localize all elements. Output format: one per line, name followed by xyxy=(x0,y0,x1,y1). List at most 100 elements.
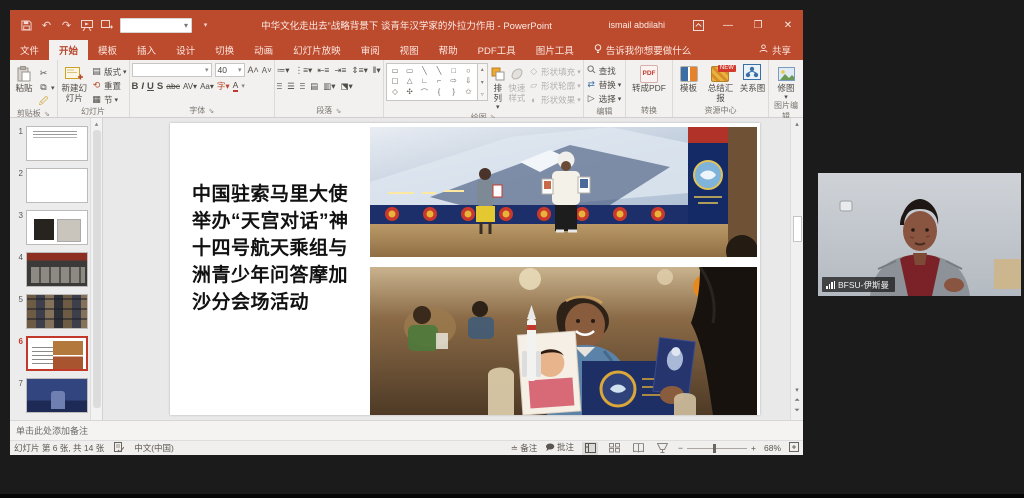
tab-pdf-tools[interactable]: PDF工具 xyxy=(468,40,526,60)
shapes-gallery-scroll[interactable]: ▴▾▿ xyxy=(478,63,488,101)
char-spacing-button[interactable]: AV▾ xyxy=(183,82,197,91)
collapse-ribbon-icon[interactable]: ⌃ xyxy=(792,106,799,115)
increase-font-icon[interactable]: A˄ xyxy=(248,65,259,75)
restore-button[interactable]: ❐ xyxy=(743,10,773,40)
change-case-button[interactable]: Aa▾ xyxy=(200,82,214,91)
scroll-up-icon[interactable]: ▴ xyxy=(95,120,99,128)
layout-button[interactable]: ▤版式▾ xyxy=(91,65,127,78)
bold-button[interactable]: B xyxy=(132,81,139,92)
tab-slideshow[interactable]: 幻灯片放映 xyxy=(283,40,351,60)
italic-button[interactable]: I xyxy=(141,81,144,92)
scrollbar-thumb[interactable] xyxy=(793,216,802,242)
strikethrough-button[interactable]: abc xyxy=(166,81,180,91)
tab-insert[interactable]: 插入 xyxy=(127,40,166,60)
redo-icon[interactable]: ↷ xyxy=(60,19,73,32)
tab-file[interactable]: 文件 xyxy=(10,40,49,60)
thumbnail-slide-3[interactable]: 3 xyxy=(14,210,88,245)
new-slide-button[interactable]: 新建幻灯片 xyxy=(60,63,89,104)
replace-button[interactable]: ⇄替换▾ xyxy=(586,78,622,91)
qat-combobox[interactable]: ▾ xyxy=(120,18,192,33)
minimize-button[interactable]: — xyxy=(713,10,743,40)
align-right-icon[interactable]: Ⲷ xyxy=(300,81,305,92)
align-left-icon[interactable]: Ⲷ xyxy=(277,81,282,92)
shapes-gallery[interactable]: ▭▭╲╲□○ ▢△∟⌐⇨⇩ ◇✣⌒{}✩ xyxy=(386,63,478,101)
language-indicator[interactable]: 中文(中国) xyxy=(134,442,174,454)
pinyin-button[interactable]: 字▾ xyxy=(217,80,230,92)
summary-report-button[interactable]: NEW 总结汇报 xyxy=(704,63,737,104)
paragraph-dialog-launcher[interactable]: ⇘ xyxy=(335,107,341,115)
scrollbar-thumb[interactable] xyxy=(93,130,101,408)
notes-toggle-button[interactable]: ≐ 备注 xyxy=(511,442,538,454)
shape-effects-button[interactable]: ◐形状效果▾ xyxy=(528,93,581,106)
share-button[interactable]: 共享 xyxy=(747,40,803,60)
arrange-button[interactable]: 排列▾ xyxy=(490,63,506,112)
format-painter-button[interactable]: 🖉 xyxy=(38,95,55,108)
tab-template[interactable]: 模板 xyxy=(88,40,127,60)
close-button[interactable]: ✕ xyxy=(773,10,803,40)
templates-button[interactable]: 模板 xyxy=(675,63,702,94)
tab-design[interactable]: 设计 xyxy=(166,40,205,60)
zoom-slider-handle[interactable] xyxy=(713,444,716,453)
retouch-button[interactable]: 修图▾ xyxy=(771,63,801,102)
align-center-icon[interactable]: ☰ xyxy=(287,81,295,92)
increase-indent-icon[interactable]: ⇥≡ xyxy=(334,65,346,76)
thumbnail-slide-2[interactable]: 2 xyxy=(14,168,88,203)
slide-sorter-view-icon[interactable] xyxy=(606,442,622,455)
tab-animations[interactable]: 动画 xyxy=(244,40,283,60)
notes-pane[interactable]: 单击此处添加备注 xyxy=(10,420,803,440)
font-dialog-launcher[interactable]: ⇘ xyxy=(208,107,214,115)
ribbon-display-options-button[interactable] xyxy=(683,10,713,40)
slide-canvas[interactable]: 中国驻索马里大使 举办“天宫对话”神 十四号航天乘组与 洲青少年问答摩加 沙分会… xyxy=(170,123,760,415)
shape-fill-button[interactable]: ◇形状填充▾ xyxy=(528,65,581,78)
tab-transitions[interactable]: 切换 xyxy=(205,40,244,60)
reset-button[interactable]: ⟲重置 xyxy=(91,79,127,92)
qat-customize-icon[interactable]: ▾ xyxy=(199,19,212,32)
tab-view[interactable]: 视图 xyxy=(390,40,429,60)
thumbnail-slide-4[interactable]: 4 xyxy=(14,252,88,287)
zoom-slider[interactable] xyxy=(687,448,747,449)
section-button[interactable]: ▦节▾ xyxy=(91,93,127,106)
normal-view-icon[interactable] xyxy=(582,442,598,455)
zoom-percentage[interactable]: 68% xyxy=(764,443,781,453)
undo-icon[interactable]: ↶ xyxy=(40,19,53,32)
cut-button[interactable]: ✂ xyxy=(38,67,55,80)
relationship-diagram-button[interactable]: 关系图 xyxy=(739,63,766,94)
smartart-convert-icon[interactable]: ⬔▾ xyxy=(340,81,352,92)
decrease-indent-icon[interactable]: ⇤≡ xyxy=(317,65,329,76)
font-size-combobox[interactable]: 40▾ xyxy=(215,63,245,77)
paste-button[interactable]: 粘贴 xyxy=(12,63,36,94)
thumbnail-scrollbar[interactable]: ▴ ▾ xyxy=(90,118,102,420)
slide-image-stage-scene[interactable] xyxy=(370,127,757,257)
slideshow-view-icon[interactable] xyxy=(654,442,670,455)
previous-slide-icon[interactable]: ⏶ xyxy=(794,397,800,405)
tab-review[interactable]: 审阅 xyxy=(351,40,390,60)
save-icon[interactable] xyxy=(20,19,33,32)
underline-button[interactable]: U xyxy=(147,81,154,92)
slide-number-indicator[interactable]: 幻灯片 第 6 张, 共 14 张 xyxy=(14,442,104,454)
quick-styles-button[interactable]: 快速样式 xyxy=(508,63,526,104)
decrease-font-icon[interactable]: A˅ xyxy=(262,66,272,75)
font-name-combobox[interactable]: ▾ xyxy=(132,63,212,77)
select-button[interactable]: ▷选择▾ xyxy=(586,92,622,105)
numbering-icon[interactable]: ⋮≡▾ xyxy=(295,65,313,76)
copy-button[interactable]: ⧉▾ xyxy=(38,81,55,94)
reading-view-icon[interactable] xyxy=(630,442,646,455)
tab-picture-tools[interactable]: 图片工具 xyxy=(526,40,584,60)
next-slide-icon[interactable]: ⏷ xyxy=(794,407,800,415)
video-call-window[interactable]: BFSU-伊斯曼 xyxy=(818,173,1021,296)
spellcheck-icon[interactable] xyxy=(114,442,124,454)
zoom-in-icon[interactable]: + xyxy=(751,443,756,453)
new-slide-icon[interactable] xyxy=(100,19,113,32)
slideshow-icon[interactable] xyxy=(80,19,93,32)
bullets-icon[interactable]: ≔▾ xyxy=(277,65,290,76)
convert-pdf-button[interactable]: PDF 转成PDF xyxy=(628,63,670,94)
slide-title-textbox[interactable]: 中国驻索马里大使 举办“天宫对话”神 十四号航天乘组与 洲青少年问答摩加 沙分会… xyxy=(192,181,377,316)
justify-icon[interactable]: ▤ xyxy=(310,81,318,92)
clipboard-dialog-launcher[interactable]: ⇘ xyxy=(44,110,50,118)
find-button[interactable]: 查找 xyxy=(586,64,616,77)
shadow-button[interactable]: S xyxy=(157,81,163,92)
columns-icon[interactable]: ▥▾ xyxy=(323,81,335,92)
zoom-out-icon[interactable]: − xyxy=(678,443,683,453)
thumbnail-slide-7[interactable]: 7 xyxy=(14,378,88,413)
thumbnail-slide-1[interactable]: 1 xyxy=(14,126,88,161)
